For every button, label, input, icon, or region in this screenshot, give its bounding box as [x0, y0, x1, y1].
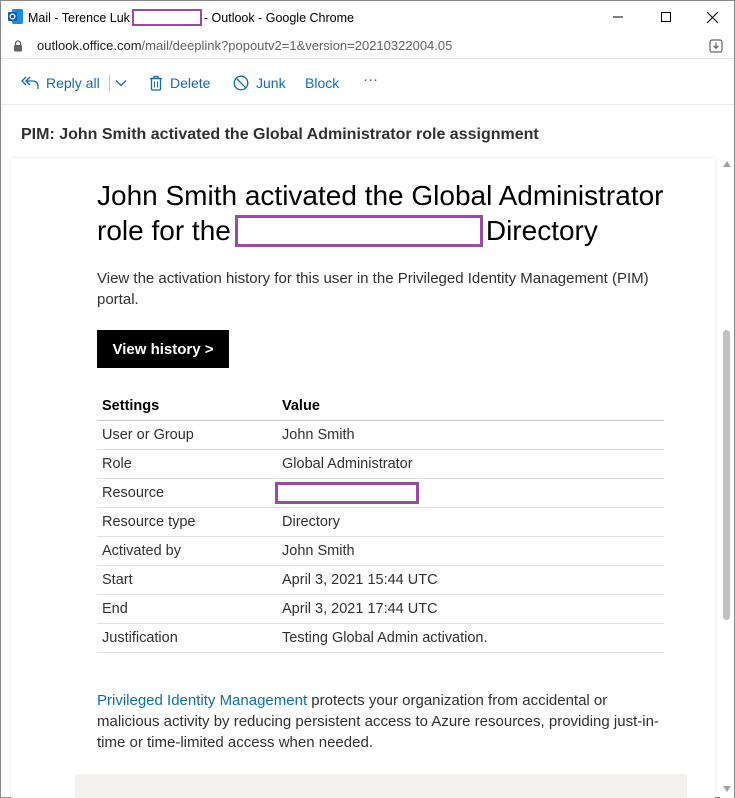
scroll-up-icon[interactable]: [723, 161, 731, 167]
column-header: Settings: [97, 392, 277, 421]
setting-value: Testing Global Admin activation.: [277, 623, 664, 653]
outlook-app-icon: [8, 9, 23, 24]
url-path: /mail/deeplink?popoutv2=1&version=202103…: [141, 38, 453, 53]
heading-text-part2: Directory: [485, 215, 598, 246]
close-button[interactable]: [689, 1, 735, 33]
redacted-box: [234, 214, 483, 247]
scrollbar-thumb[interactable]: [723, 330, 730, 620]
minimize-button[interactable]: [595, 1, 641, 33]
table-row: Resource type Directory: [97, 507, 664, 537]
download-icon[interactable]: [709, 39, 723, 53]
delete-button[interactable]: Delete: [149, 73, 210, 93]
browser-window: Mail - Terence Luk - Outlook - Google Ch…: [0, 0, 735, 798]
message-subject: PIM: John Smith activated the Global Adm…: [21, 126, 539, 143]
lock-icon: [14, 40, 22, 52]
table-row: Start April 3, 2021 15:44 UTC: [97, 565, 664, 595]
footer-paragraph: Privileged Identity Management protects …: [97, 690, 667, 753]
reply-all-icon: [21, 76, 39, 89]
setting-value: April 3, 2021 17:44 UTC: [277, 594, 664, 624]
redacted-box: [131, 9, 202, 26]
setting-name: Justification: [97, 623, 277, 653]
window-title-prefix: Mail - Terence Luk: [28, 10, 130, 25]
setting-value: Directory: [277, 507, 664, 537]
setting-name: Start: [97, 565, 277, 595]
setting-name: Role: [97, 449, 277, 479]
minimize-icon: [613, 16, 623, 18]
message-heading: John Smith activated the Global Administ…: [97, 178, 667, 249]
scroll-down-icon[interactable]: [723, 786, 731, 792]
settings-table: Settings Value User or Group John Smith …: [97, 392, 664, 653]
email-footer-band: [75, 774, 687, 798]
setting-name: Resource: [97, 478, 277, 508]
table-row: End April 3, 2021 17:44 UTC: [97, 594, 664, 624]
delete-label: Delete: [170, 75, 211, 91]
title-bar: Mail - Terence Luk - Outlook - Google Ch…: [1, 1, 734, 33]
chevron-down-icon: [115, 80, 127, 87]
toolbar-divider: [109, 75, 110, 91]
url-text[interactable]: outlook.office.com/mail/deeplink?popoutv…: [37, 38, 452, 53]
more-actions-button[interactable]: ···: [363, 69, 378, 89]
vertical-scrollbar[interactable]: [720, 158, 734, 798]
setting-value: John Smith: [277, 420, 664, 450]
setting-value: April 3, 2021 15:44 UTC: [277, 565, 664, 595]
block-label: Block: [305, 75, 340, 91]
close-icon: [706, 11, 718, 23]
setting-name: Resource type: [97, 507, 277, 537]
junk-label: Junk: [256, 75, 286, 91]
window-title-suffix: - Outlook - Google Chrome: [203, 10, 354, 25]
message-body: John Smith activated the Global Administ…: [11, 158, 715, 798]
table-row: Activated by John Smith: [97, 536, 664, 566]
setting-name: End: [97, 594, 277, 624]
setting-name: Activated by: [97, 536, 277, 566]
reply-all-button[interactable]: Reply all: [21, 73, 100, 93]
block-button[interactable]: Block: [305, 73, 339, 93]
maximize-button[interactable]: [643, 1, 689, 33]
junk-button[interactable]: Junk: [233, 73, 286, 93]
table-row: Justification Testing Global Admin activ…: [97, 623, 664, 653]
block-circle-icon: [233, 75, 249, 91]
reply-options-dropdown[interactable]: [115, 73, 134, 93]
setting-value-redacted: [275, 478, 664, 508]
reply-all-label: Reply all: [46, 75, 100, 91]
setting-name: User or Group: [97, 420, 277, 450]
setting-value: Global Administrator: [277, 449, 664, 479]
intro-text: View the activation history for this use…: [97, 270, 649, 308]
more-icon: ···: [363, 70, 378, 88]
url-host: outlook.office.com: [37, 38, 142, 53]
message-toolbar: Reply all Delete Junk Block ···: [1, 59, 734, 105]
address-bar[interactable]: outlook.office.com/mail/deeplink?popoutv…: [1, 33, 734, 59]
pim-link[interactable]: Privileged Identity Management: [97, 692, 307, 709]
maximize-icon: [661, 12, 671, 22]
column-header: Value: [277, 392, 664, 421]
redacted-box: [275, 481, 419, 504]
setting-value: John Smith: [277, 536, 664, 566]
table-row: Resource: [97, 478, 664, 508]
view-history-button[interactable]: View history >: [97, 330, 229, 368]
table-row: Role Global Administrator: [97, 449, 664, 479]
table-row: User or Group John Smith: [97, 420, 664, 450]
table-header-row: Settings Value: [97, 392, 664, 421]
window-title: Mail - Terence Luk - Outlook - Google Ch…: [28, 9, 354, 26]
trash-icon: [150, 75, 162, 91]
